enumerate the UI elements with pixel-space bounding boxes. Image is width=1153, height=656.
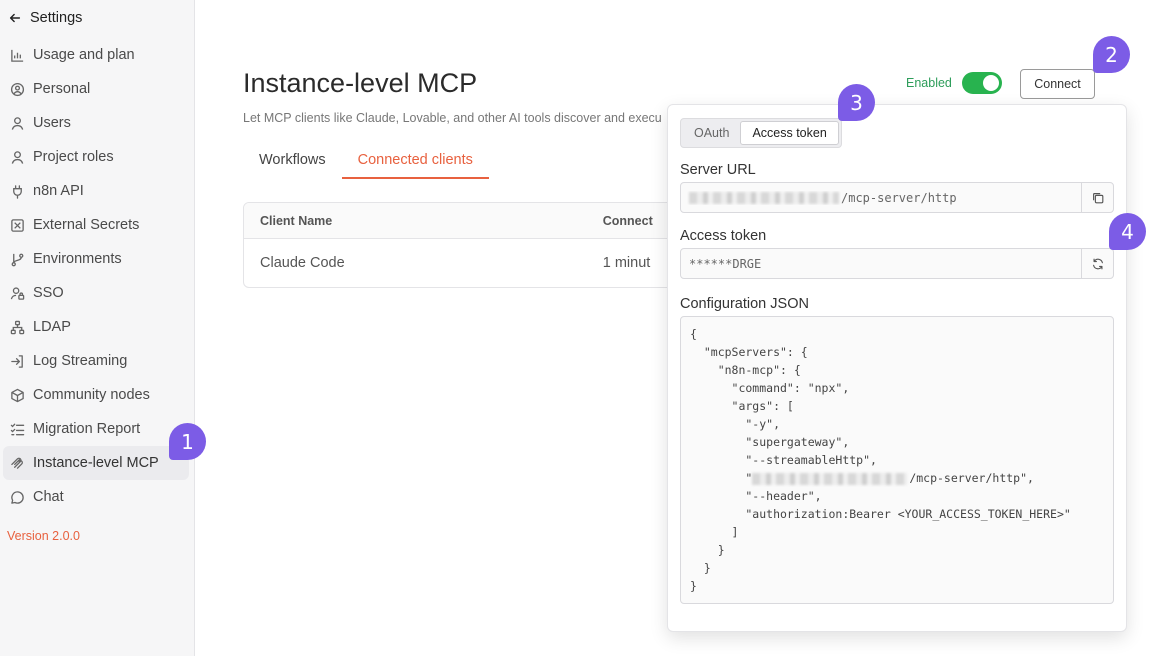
network-icon xyxy=(9,319,25,335)
sidebar-item-label: SSO xyxy=(33,285,64,301)
copy-icon xyxy=(1092,192,1103,203)
tab-connected-clients[interactable]: Connected clients xyxy=(341,152,489,179)
bar-chart-icon xyxy=(9,47,25,63)
server-url-value: /mcp-server/http xyxy=(841,190,957,205)
sidebar-item-personal[interactable]: Personal xyxy=(3,72,189,106)
step-badge-1: 1 xyxy=(169,423,206,460)
redacted-host xyxy=(752,472,908,485)
page-title: Instance-level MCP xyxy=(243,68,478,98)
sidebar-item-external-secrets[interactable]: External Secrets xyxy=(3,208,189,242)
git-branch-icon xyxy=(9,251,25,267)
user-circle-icon xyxy=(9,81,25,97)
sidebar-item-instance-level-mcp[interactable]: Instance-level MCP xyxy=(3,446,189,480)
access-token-value: ******DRGE xyxy=(689,256,762,271)
server-url-label: Server URL xyxy=(680,162,756,178)
table-header: Client Name Connect xyxy=(244,203,682,239)
sidebar-item-chat[interactable]: Chat xyxy=(3,480,189,514)
config-url-line: /mcp-server/http", xyxy=(909,471,1034,485)
sidebar-item-label: LDAP xyxy=(33,319,71,335)
tab-oauth[interactable]: OAuth xyxy=(683,121,740,145)
clients-table: Client Name Connect Claude Code 1 minut xyxy=(243,202,683,288)
step-badge-3: 3 xyxy=(838,84,875,121)
plug-icon xyxy=(9,183,25,199)
client-name-cell: Claude Code xyxy=(260,255,345,271)
server-url-value-wrap: /mcp-server/http xyxy=(681,191,1081,205)
sidebar-item-environments[interactable]: Environments xyxy=(3,242,189,276)
connect-popover: OAuth Access token Server URL /mcp-serve… xyxy=(667,104,1127,632)
list-check-icon xyxy=(9,421,25,437)
column-header-client-name: Client Name xyxy=(260,213,333,228)
config-json-label: Configuration JSON xyxy=(680,296,809,312)
content-tabs: Workflows Connected clients xyxy=(243,152,489,179)
sidebar-item-label: External Secrets xyxy=(33,217,140,233)
message-circle-icon xyxy=(9,489,25,505)
cube-icon xyxy=(9,387,25,403)
sidebar-item-label: n8n API xyxy=(33,183,84,199)
vault-icon xyxy=(9,217,25,233)
server-url-field[interactable]: /mcp-server/http xyxy=(680,182,1114,213)
sidebar-item-label: Chat xyxy=(33,489,64,505)
sidebar-item-log-streaming[interactable]: Log Streaming xyxy=(3,344,189,378)
version-label: Version 2.0.0 xyxy=(7,529,80,543)
mcp-icon xyxy=(9,455,25,471)
arrow-left-icon xyxy=(9,13,21,23)
page-subtitle: Let MCP clients like Claude, Lovable, an… xyxy=(243,111,662,125)
tab-workflows[interactable]: Workflows xyxy=(243,152,342,179)
sidebar-item-label: Project roles xyxy=(33,149,114,165)
copy-server-url-button[interactable] xyxy=(1081,183,1113,212)
refresh-icon xyxy=(1092,258,1103,269)
back-to-settings[interactable]: Settings xyxy=(8,8,82,28)
sidebar-item-label: Usage and plan xyxy=(33,47,135,63)
sidebar-item-migration-report[interactable]: Migration Report xyxy=(3,412,189,446)
sidebar-item-label: Users xyxy=(33,115,71,131)
access-token-field[interactable]: ******DRGE xyxy=(680,248,1114,279)
user-icon xyxy=(9,149,25,165)
sidebar-item-ldap[interactable]: LDAP xyxy=(3,310,189,344)
settings-nav: Usage and plan Personal Users Project ro… xyxy=(3,38,189,514)
sidebar-item-label: Migration Report xyxy=(33,421,141,437)
sidebar-item-users[interactable]: Users xyxy=(3,106,189,140)
sidebar-item-project-roles[interactable]: Project roles xyxy=(3,140,189,174)
auth-method-switch: OAuth Access token xyxy=(680,118,842,148)
user-lock-icon xyxy=(9,285,25,301)
sidebar-item-label: Community nodes xyxy=(33,387,150,403)
sidebar-item-sso[interactable]: SSO xyxy=(3,276,189,310)
tab-access-token[interactable]: Access token xyxy=(740,121,839,145)
sidebar-item-label: Log Streaming xyxy=(33,353,128,369)
connect-button[interactable]: Connect xyxy=(1020,69,1095,99)
access-token-label: Access token xyxy=(680,228,767,244)
sign-in-icon xyxy=(9,353,25,369)
user-icon xyxy=(9,115,25,131)
step-badge-4: 4 xyxy=(1109,213,1146,250)
table-row[interactable]: Claude Code 1 minut xyxy=(244,239,682,287)
settings-sidebar: Settings Usage and plan Personal Users P… xyxy=(0,0,195,656)
enabled-label: Enabled xyxy=(906,76,952,90)
mcp-enabled-toggle[interactable] xyxy=(961,72,1002,94)
sidebar-item-community-nodes[interactable]: Community nodes xyxy=(3,378,189,412)
regenerate-token-button[interactable] xyxy=(1081,249,1113,278)
config-json-block[interactable]: { "mcpServers": { "n8n-mcp": { "command"… xyxy=(680,316,1114,604)
step-badge-2: 2 xyxy=(1093,36,1130,73)
sidebar-title: Settings xyxy=(30,10,83,26)
sidebar-item-n8n-api[interactable]: n8n API xyxy=(3,174,189,208)
sidebar-item-label: Instance-level MCP xyxy=(33,455,159,471)
sidebar-item-label: Environments xyxy=(33,251,122,267)
sidebar-item-label: Personal xyxy=(33,81,91,97)
mcp-enabled-control: Enabled xyxy=(906,72,1002,94)
sidebar-item-usage-and-plan[interactable]: Usage and plan xyxy=(3,38,189,72)
redacted-host xyxy=(689,192,839,204)
config-json-code: { "mcpServers": { "n8n-mcp": { "command"… xyxy=(690,327,1071,593)
